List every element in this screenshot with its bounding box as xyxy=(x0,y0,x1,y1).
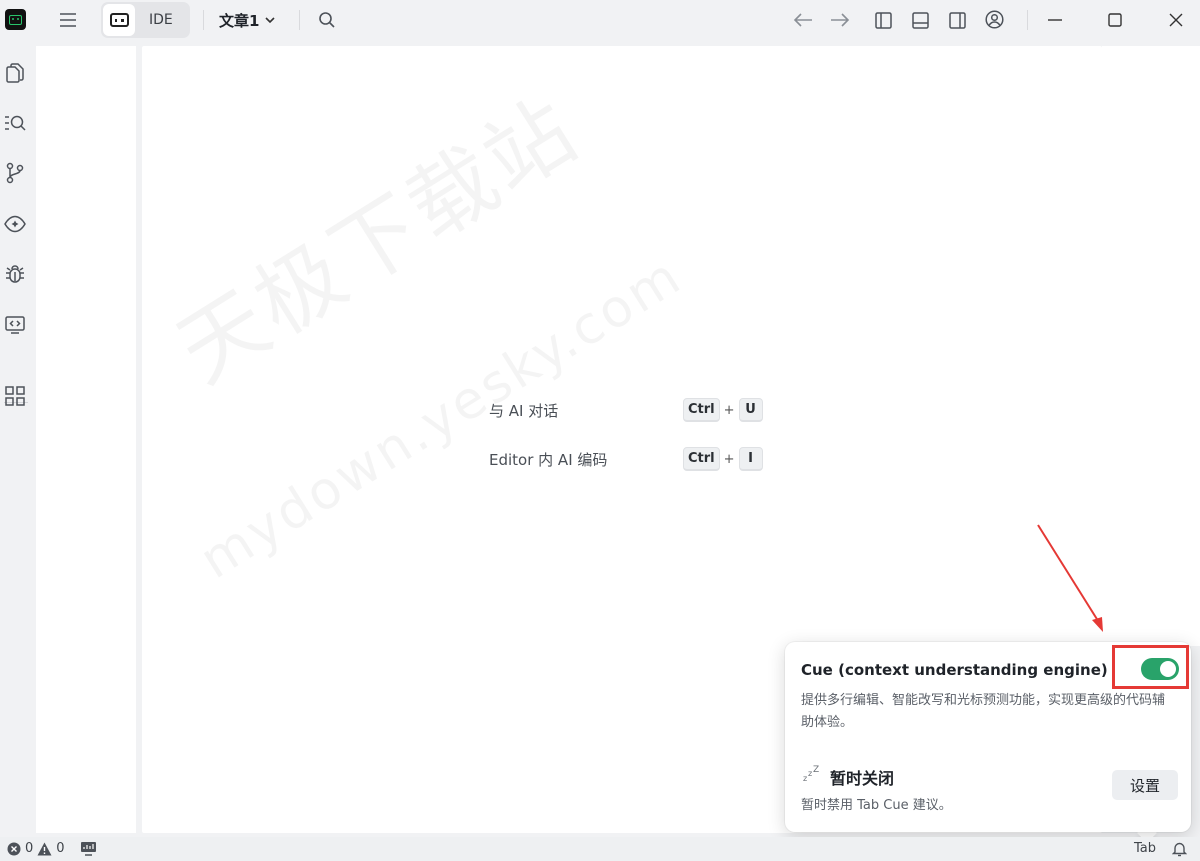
toggle-left-panel-icon[interactable] xyxy=(873,10,893,30)
debug-bug-icon[interactable] xyxy=(4,263,26,285)
toggle-highlight-box xyxy=(1112,645,1189,689)
settings-button[interactable]: 设置 xyxy=(1112,770,1178,800)
notification-bell-icon[interactable] xyxy=(1172,841,1187,857)
search-list-icon[interactable] xyxy=(4,112,26,134)
mode-logo-icon xyxy=(103,4,135,36)
error-icon xyxy=(7,842,21,855)
tab-label: Tab xyxy=(1134,841,1157,856)
key-ctrl: Ctrl xyxy=(683,398,720,422)
title-bar: IDE 文章1 xyxy=(0,0,1200,40)
title-separator xyxy=(203,10,204,30)
key-ctrl: Ctrl xyxy=(683,447,720,471)
close-icon[interactable] xyxy=(1166,10,1186,30)
menu-icon[interactable] xyxy=(58,10,78,30)
cue-description: 提供多行编辑、智能改写和光标预测功能，实现更高级的代码辅助体验。 xyxy=(801,693,1166,730)
svg-text:Z: Z xyxy=(813,765,819,775)
shortcut-label: Editor 内 AI 编码 xyxy=(489,450,608,469)
document-title: 文章1 xyxy=(219,12,260,30)
remote-monitor-icon[interactable] xyxy=(80,841,97,856)
problems-indicator[interactable]: 0 0 xyxy=(7,841,65,856)
back-arrow-icon[interactable] xyxy=(792,10,814,30)
tab-cue-status[interactable]: Tab xyxy=(1134,841,1156,856)
toggle-right-panel-icon[interactable] xyxy=(947,10,967,30)
source-control-icon[interactable] xyxy=(4,162,26,184)
title-separator xyxy=(1027,10,1028,30)
side-panel xyxy=(36,46,136,833)
shortcut-hint-inline-ai: Editor 内 AI 编码 Ctrl + I xyxy=(489,447,763,471)
annotation-arrow xyxy=(1037,524,1103,632)
snooze-description: 暂时禁用 Tab Cue 建议。 xyxy=(801,798,952,813)
snooze-zzz-icon: zzZ xyxy=(802,764,822,784)
cue-title: Cue (context understanding engine) xyxy=(801,661,1108,679)
toggle-bottom-panel-icon[interactable] xyxy=(910,10,930,30)
shortcut-label: 与 AI 对话 xyxy=(489,401,559,420)
minimize-icon[interactable] xyxy=(1045,10,1065,30)
snooze-title[interactable]: 暂时关闭 xyxy=(830,765,894,789)
search-icon[interactable] xyxy=(317,10,337,30)
extensions-grid-icon[interactable] xyxy=(4,385,26,407)
account-icon[interactable] xyxy=(984,9,1005,30)
app-logo-icon xyxy=(5,9,26,30)
right-panel-strip xyxy=(1102,46,1200,646)
forward-arrow-icon[interactable] xyxy=(829,10,851,30)
explorer-files-icon[interactable] xyxy=(4,62,26,84)
mode-label: IDE xyxy=(149,12,173,28)
plus-sign: + xyxy=(723,451,735,467)
mode-switch[interactable]: IDE xyxy=(101,2,190,38)
svg-text:z: z xyxy=(803,774,807,783)
error-count: 0 xyxy=(25,841,34,856)
ai-eye-icon[interactable] xyxy=(4,213,26,235)
shortcut-hint-chat: 与 AI 对话 Ctrl + U xyxy=(489,398,763,422)
warning-icon xyxy=(37,842,52,855)
maximize-icon[interactable] xyxy=(1105,10,1125,30)
activity-bar xyxy=(0,40,32,837)
key-u: U xyxy=(738,398,763,422)
plus-sign: + xyxy=(723,402,735,418)
remote-preview-icon[interactable] xyxy=(4,314,26,336)
warning-count: 0 xyxy=(56,841,65,856)
key-i: I xyxy=(738,447,763,471)
svg-text:z: z xyxy=(808,769,812,778)
status-bar: 0 0 Tab xyxy=(0,837,1200,861)
document-title-dropdown[interactable]: 文章1 xyxy=(219,10,276,31)
title-separator xyxy=(299,10,300,30)
chevron-down-icon xyxy=(265,17,276,24)
